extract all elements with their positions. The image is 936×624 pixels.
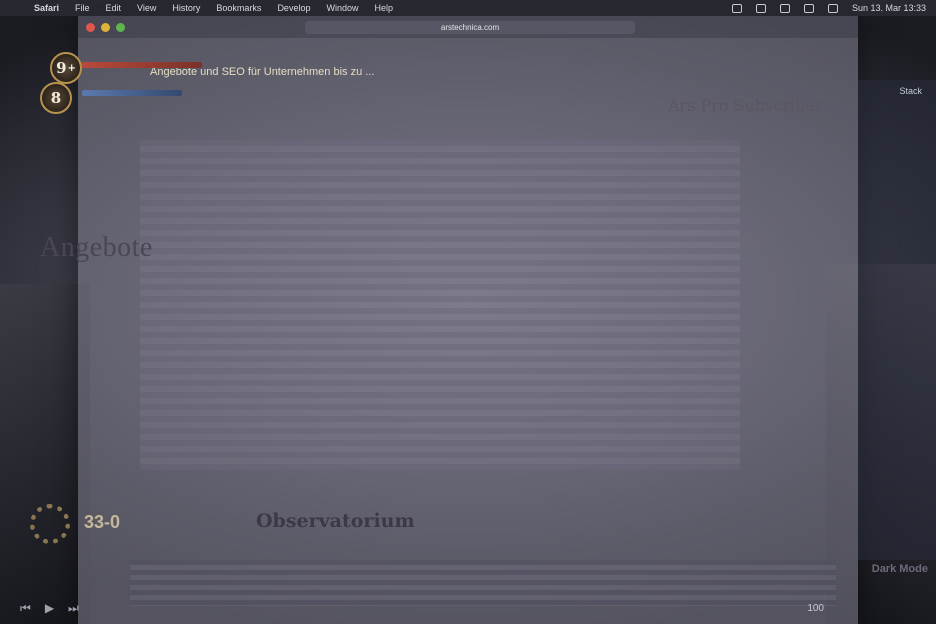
level-badge-top-value: 9 — [56, 59, 67, 77]
feature-title[interactable]: Observatorium — [256, 510, 415, 532]
control-center-icon[interactable] — [827, 3, 838, 13]
address-bar[interactable]: arstechnica.com — [305, 20, 635, 34]
play-icon[interactable]: ▶ — [45, 601, 54, 616]
article-content-area — [140, 140, 740, 470]
menu-help[interactable]: Help — [366, 3, 401, 13]
zoom-level[interactable]: 100 — [807, 603, 824, 614]
menu-edit[interactable]: Edit — [98, 3, 130, 13]
level-badge-bottom: 8 — [40, 82, 72, 114]
right-caption: Dark Mode — [871, 563, 928, 575]
wallpaper-mountain-left — [0, 284, 90, 624]
media-controls: ⏮ ▶ ⏭ — [20, 601, 79, 616]
health-bar — [82, 62, 202, 68]
window-titlebar: arstechnica.com — [78, 16, 858, 38]
close-button[interactable] — [86, 22, 95, 32]
page-banner[interactable]: Angebote und SEO für Unternehmen bis zu … — [150, 66, 770, 80]
battery-icon[interactable] — [803, 3, 814, 13]
network-icon[interactable] — [731, 3, 742, 13]
menu-window[interactable]: Window — [318, 3, 366, 13]
side-panel — [858, 80, 936, 560]
menu-history[interactable]: History — [164, 3, 208, 13]
menu-bar: Safari File Edit View History Bookmarks … — [0, 0, 936, 16]
menu-safari[interactable]: Safari — [26, 3, 67, 13]
side-panel-label[interactable]: Stack — [899, 86, 922, 96]
menu-bookmarks[interactable]: Bookmarks — [208, 3, 269, 13]
level-badge-top-suffix: + — [67, 62, 76, 74]
level-badge-bottom-value: 8 — [50, 89, 62, 107]
page-headline: Angebote — [40, 232, 153, 263]
subscriber-label[interactable]: Ars Pro Subscriber — [668, 96, 822, 115]
menu-view[interactable]: View — [129, 3, 164, 13]
gear-icon — [30, 504, 70, 544]
window-controls — [86, 22, 125, 32]
minimize-button[interactable] — [101, 22, 110, 32]
menu-file[interactable]: File — [67, 3, 98, 13]
time-machine-icon[interactable] — [755, 3, 766, 13]
menubar-clock[interactable]: Sun 13. Mar 13:33 — [852, 3, 926, 13]
level-badge-top: 9 + — [50, 52, 82, 84]
previous-icon[interactable]: ⏮ — [20, 601, 31, 616]
zoom-button[interactable] — [116, 22, 125, 32]
control-strip-icon[interactable] — [779, 3, 790, 13]
article-footer-area — [130, 560, 836, 606]
menu-develop[interactable]: Develop — [269, 3, 318, 13]
next-icon[interactable]: ⏭ — [68, 601, 79, 616]
menubar-status-area: Sun 13. Mar 13:33 — [731, 3, 936, 13]
score-readout: 33-0 — [84, 512, 121, 532]
mana-bar — [82, 90, 182, 96]
